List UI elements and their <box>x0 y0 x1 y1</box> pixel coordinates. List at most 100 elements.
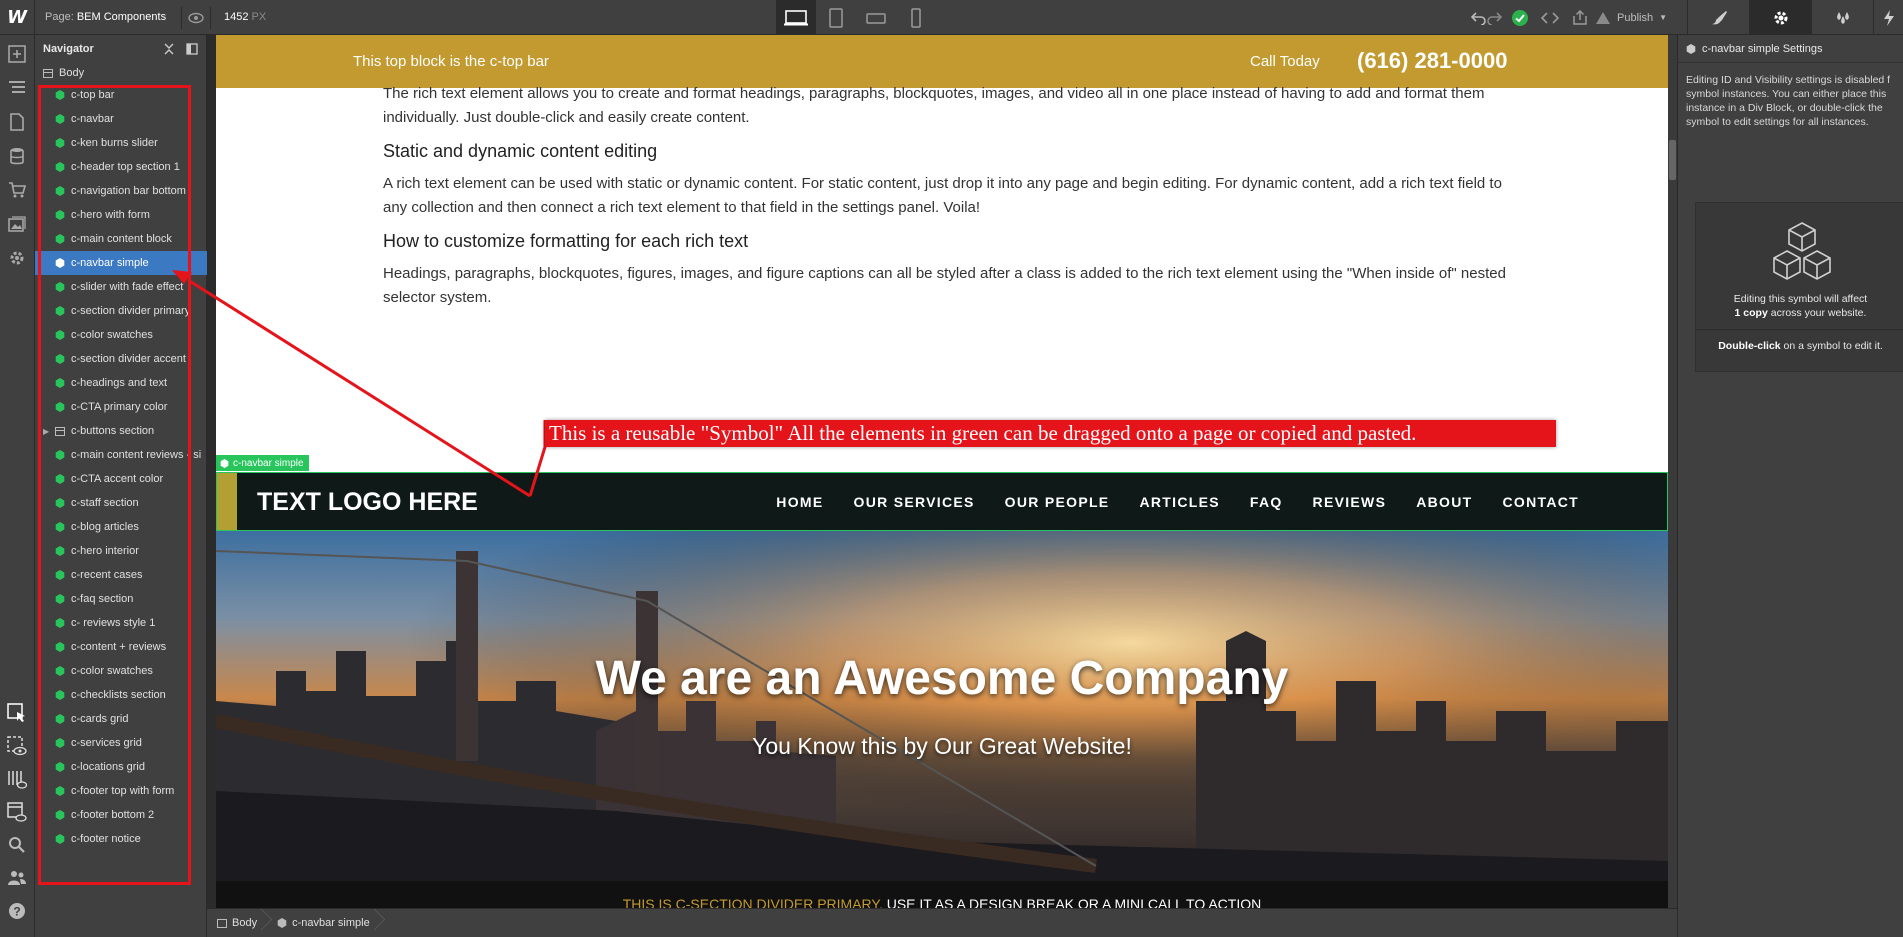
hero-subheading[interactable]: You Know this by Our Great Website! <box>216 733 1668 760</box>
xray-grid-icon[interactable] <box>5 767 29 791</box>
tree-item[interactable]: c-navbar simple <box>35 251 207 275</box>
tree-item[interactable]: c-navbar <box>35 107 207 131</box>
publish-button[interactable]: Publish ▼ <box>1595 11 1667 25</box>
mobile-portrait-device-icon[interactable] <box>896 0 936 35</box>
desktop-device-icon[interactable] <box>776 0 816 35</box>
canvas-scrollbar[interactable] <box>1668 35 1677 908</box>
code-icon[interactable] <box>1535 0 1565 35</box>
c-top-bar[interactable]: This top block is the c-top bar Call Tod… <box>216 35 1668 88</box>
tree-item[interactable]: c-slider with fade effect <box>35 275 207 299</box>
nav-link[interactable]: OUR SERVICES <box>854 494 975 510</box>
style-manager-drops-icon[interactable] <box>1811 0 1873 35</box>
tree-item[interactable]: c-section divider accent <box>35 347 207 371</box>
help-icon[interactable]: ? <box>5 899 29 923</box>
tree-item[interactable]: c-content + reviews <box>35 635 207 659</box>
affect-line-1: Editing this symbol will affect <box>1733 293 1868 305</box>
tree-item[interactable]: c-CTA primary color <box>35 395 207 419</box>
text-logo[interactable]: TEXT LOGO HERE <box>257 488 478 517</box>
tree-item[interactable]: c- reviews style 1 <box>35 611 207 635</box>
tree-item[interactable]: c-blog articles <box>35 515 207 539</box>
rich-text-block[interactable]: The rich text element allows you to crea… <box>383 82 1513 310</box>
tree-item[interactable]: c-footer bottom 2 <box>35 803 207 827</box>
nav-link[interactable]: ARTICLES <box>1139 494 1219 510</box>
select-element-icon[interactable] <box>5 701 29 725</box>
tree-item[interactable]: c-services grid <box>35 731 207 755</box>
tree-item[interactable]: c-hero interior <box>35 539 207 563</box>
mobile-landscape-device-icon[interactable] <box>856 0 896 35</box>
dock-panel-icon[interactable] <box>185 42 199 56</box>
tree-item[interactable]: c-ken burns slider <box>35 131 207 155</box>
search-icon[interactable] <box>5 833 29 857</box>
breadcrumb: Body c-navbar simple <box>207 908 1677 937</box>
tree-item[interactable]: c-headings and text <box>35 371 207 395</box>
project-settings-gear-icon[interactable] <box>5 246 29 270</box>
breadcrumb-navbar-simple[interactable]: c-navbar simple <box>277 917 380 929</box>
status-check-icon[interactable] <box>1505 0 1535 35</box>
selected-symbol-tag[interactable]: c-navbar simple <box>216 455 309 471</box>
tree-item[interactable]: c-faq section <box>35 587 207 611</box>
tree-item[interactable]: c-main content reviews - si <box>35 443 207 467</box>
c-section-divider-primary[interactable]: THIS IS C-SECTION DIVIDER PRIMARY. USE I… <box>216 881 1668 908</box>
hero-section[interactable]: We are an Awesome Company You Know this … <box>216 531 1668 881</box>
rich-text-heading-2: How to customize formatting for each ric… <box>383 231 749 251</box>
tree-item[interactable]: c-staff section <box>35 491 207 515</box>
tree-item[interactable]: c-top bar <box>35 83 207 107</box>
tree-item[interactable]: c-footer notice <box>35 827 207 851</box>
nav-link[interactable]: REVIEWS <box>1313 494 1387 510</box>
tree-item[interactable]: c-cards grid <box>35 707 207 731</box>
tree-item-label: c-section divider primary <box>71 305 191 317</box>
tree-item-body[interactable]: Body <box>35 63 207 83</box>
rich-text-paragraph-3: Headings, paragraphs, blockquotes, figur… <box>383 265 1506 306</box>
settings-gear-tab-icon[interactable] <box>1749 0 1811 35</box>
nav-link[interactable]: CONTACT <box>1503 494 1580 510</box>
preview-layout-icon[interactable] <box>5 800 29 824</box>
tree-item[interactable]: ▶ c-buttons section <box>35 419 207 443</box>
nav-link[interactable]: FAQ <box>1250 494 1283 510</box>
top-toolbar: W Page: BEM Components 1452 PX Publish ▼ <box>0 0 1903 35</box>
tree-item[interactable]: c-CTA accent color <box>35 467 207 491</box>
nav-link[interactable]: HOME <box>776 494 823 510</box>
tree-item[interactable]: c-color swatches <box>35 323 207 347</box>
tree-item[interactable]: c-footer top with form <box>35 779 207 803</box>
webflow-logo[interactable]: W <box>0 0 35 35</box>
symbol-icon <box>55 642 65 652</box>
tablet-device-icon[interactable] <box>816 0 856 35</box>
nav-link[interactable]: OUR PEOPLE <box>1005 494 1110 510</box>
canvas-scrollbar-thumb[interactable] <box>1669 140 1676 180</box>
hero-heading[interactable]: We are an Awesome Company <box>216 651 1668 706</box>
collapse-all-icon[interactable] <box>162 42 176 56</box>
tree-item-label: c-recent cases <box>71 569 143 581</box>
show-hidden-elements-icon[interactable] <box>5 734 29 758</box>
add-panel-icon[interactable] <box>5 42 29 66</box>
expand-caret-icon[interactable]: ▶ <box>43 427 49 436</box>
preview-eye-icon[interactable] <box>181 7 211 29</box>
style-brush-tab-icon[interactable] <box>1687 0 1749 35</box>
tree-item[interactable]: c-section divider primary <box>35 299 207 323</box>
tree-item-label: c-staff section <box>71 497 139 509</box>
left-icon-bar: ? <box>0 35 35 937</box>
export-icon[interactable] <box>1565 0 1595 35</box>
ecommerce-cart-icon[interactable] <box>5 178 29 202</box>
navigator-icon[interactable] <box>5 76 29 100</box>
cms-database-icon[interactable] <box>5 144 29 168</box>
users-icon[interactable] <box>5 866 29 890</box>
tree-item[interactable]: c-locations grid <box>35 755 207 779</box>
svg-text:?: ? <box>13 905 20 919</box>
breadcrumb-body[interactable]: Body <box>217 917 267 929</box>
designer-canvas[interactable]: This top block is the c-top bar Call Tod… <box>207 35 1677 908</box>
tree-item[interactable]: c-main content block <box>35 227 207 251</box>
nav-link[interactable]: ABOUT <box>1416 494 1472 510</box>
interactions-bolt-icon[interactable] <box>1873 0 1903 35</box>
page-selector[interactable]: Page: BEM Components <box>45 11 166 23</box>
redo-icon[interactable] <box>1485 0 1505 35</box>
assets-images-icon[interactable] <box>5 212 29 236</box>
tree-item[interactable]: c-header top section 1 <box>35 155 207 179</box>
pages-icon[interactable] <box>5 110 29 134</box>
c-navbar-simple[interactable]: TEXT LOGO HERE HOME OUR SERVICES OUR PEOPL… <box>216 472 1668 531</box>
tree-item[interactable]: c-hero with form <box>35 203 207 227</box>
tree-item[interactable]: c-navigation bar bottom <box>35 179 207 203</box>
symbol-icon <box>55 762 65 772</box>
tree-item[interactable]: c-recent cases <box>35 563 207 587</box>
tree-item[interactable]: c-checklists section <box>35 683 207 707</box>
tree-item[interactable]: c-color swatches <box>35 659 207 683</box>
